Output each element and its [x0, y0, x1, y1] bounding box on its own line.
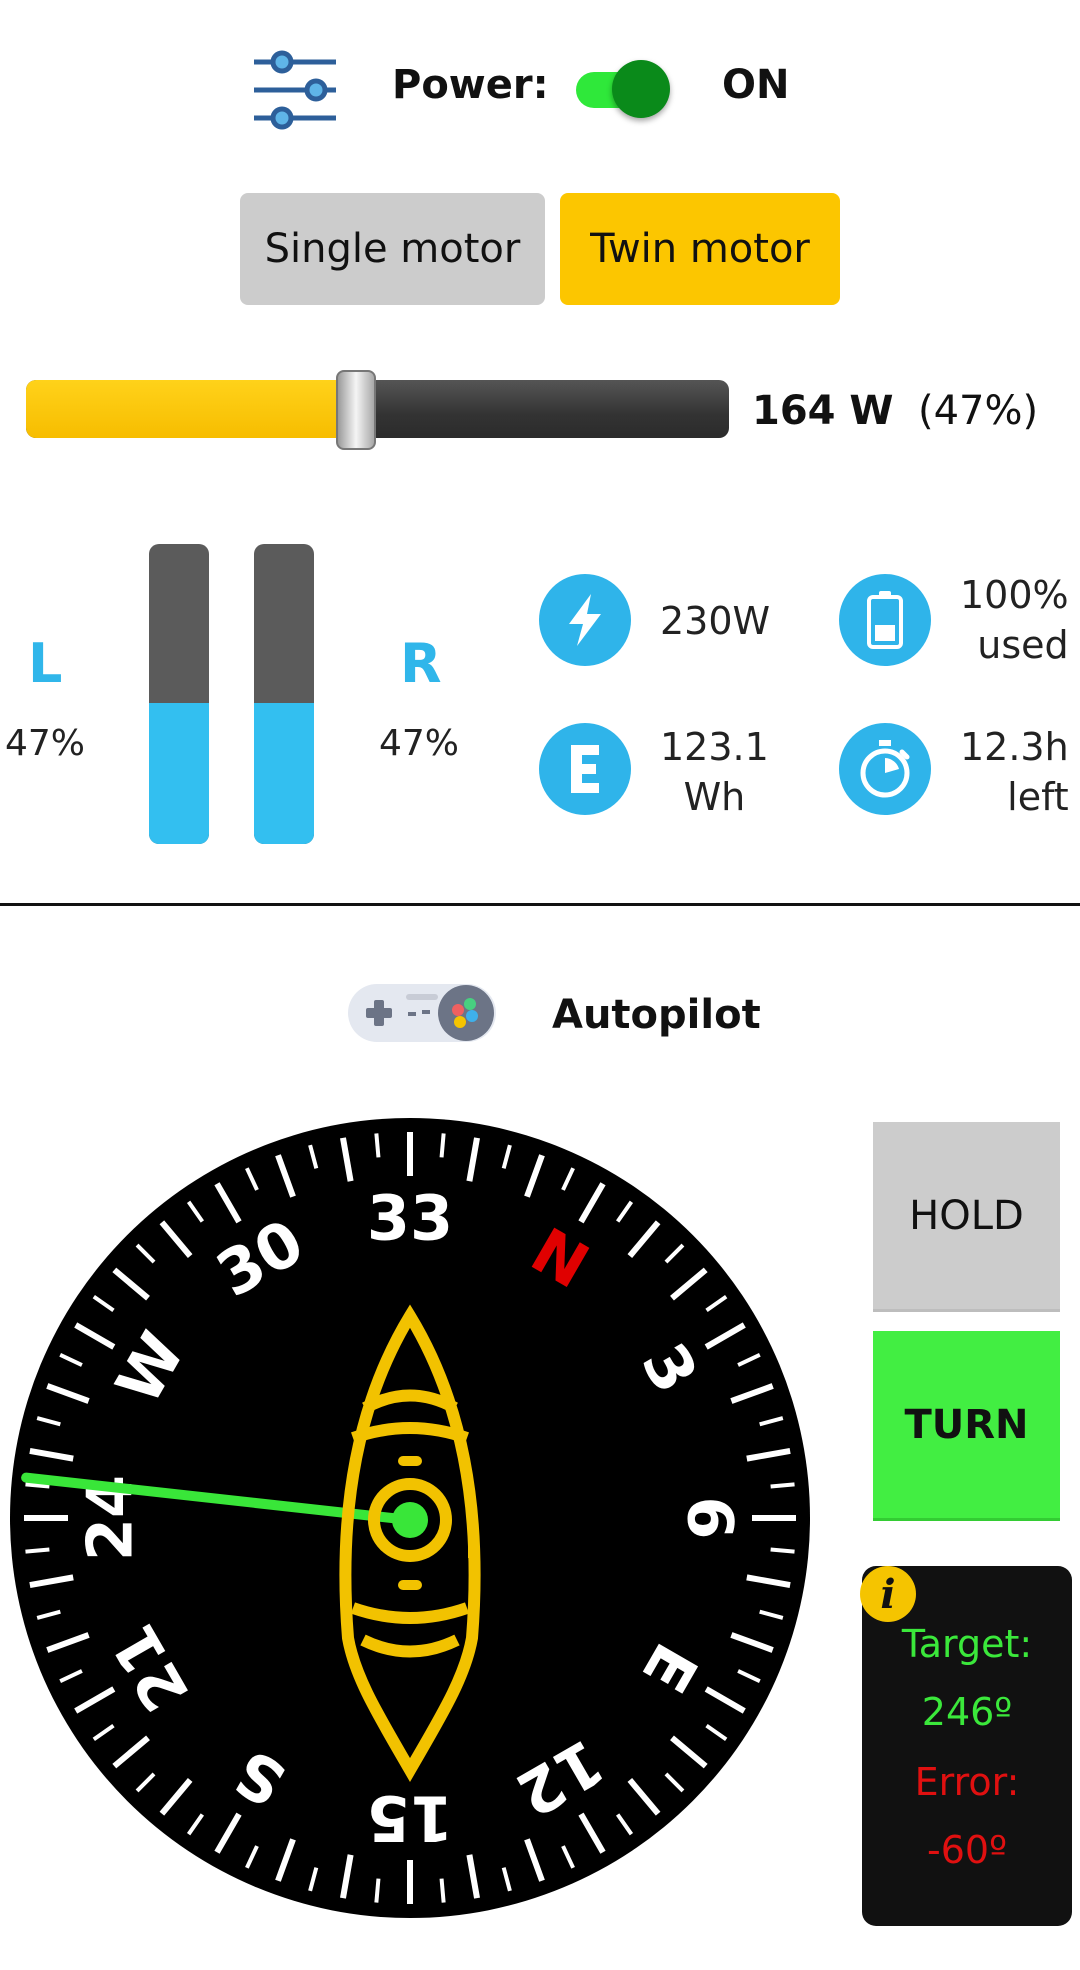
power-watts-value: 164 W: [752, 388, 894, 434]
battery-stat: 100% used: [960, 570, 1069, 670]
compass-tick: [770, 1482, 795, 1489]
power-toggle-knob: [612, 60, 670, 118]
compass-label-6: 6: [674, 1496, 747, 1539]
turn-button[interactable]: TURN: [873, 1331, 1060, 1521]
needle-hub: [392, 1502, 428, 1538]
left-motor-percent: 47%: [5, 723, 86, 764]
error-label: Error:: [914, 1760, 1020, 1804]
compass-tick: [439, 1133, 446, 1158]
time-stat: 12.3h left: [960, 722, 1069, 822]
single-motor-button[interactable]: Single motor: [240, 193, 545, 305]
section-divider: [0, 903, 1080, 906]
hold-button[interactable]: HOLD: [873, 1122, 1060, 1312]
energy-e-icon: [539, 723, 631, 815]
right-motor-percent: 47%: [379, 723, 460, 764]
power-state-text: ON: [722, 62, 790, 108]
energy-value: 123.1: [660, 725, 769, 769]
time-left-label: left: [1007, 775, 1069, 819]
compass-label-15: 15: [367, 1782, 453, 1855]
target-label: Target:: [901, 1622, 1033, 1666]
compass-tick: [439, 1878, 446, 1903]
twin-motor-button[interactable]: Twin motor: [560, 193, 840, 305]
left-motor-bar-fill: [149, 703, 209, 844]
compass-tick: [770, 1547, 795, 1554]
compass-label-33: 33: [367, 1182, 453, 1255]
energy-stat: 123.1 Wh: [660, 722, 769, 822]
left-motor-label: L: [28, 632, 63, 695]
energy-unit: Wh: [683, 775, 746, 819]
target-value: 246º: [921, 1690, 1013, 1734]
right-motor-bar-fill: [254, 703, 314, 844]
autopilot-label: Autopilot: [552, 992, 761, 1038]
settings-sliders-icon[interactable]: [250, 48, 342, 132]
right-motor-label: R: [400, 632, 442, 695]
error-value: -60º: [927, 1828, 1007, 1872]
compass-svg[interactable]: NESW 361215212430 33: [10, 1118, 810, 1918]
power-percent-value: (47%): [918, 388, 1039, 434]
time-left-value: 12.3h: [960, 725, 1069, 769]
battery-used-value: 100%: [960, 573, 1069, 617]
gamepad-icon[interactable]: [346, 980, 498, 1046]
compass-dial[interactable]: N E S W 3 6 12 15 21 24 30 33: [10, 1118, 810, 1918]
power-toggle[interactable]: [572, 60, 672, 120]
lightning-icon: [539, 574, 631, 666]
power-slider-thumb[interactable]: [336, 370, 376, 450]
compass-tick: [25, 1547, 50, 1554]
battery-icon: [839, 574, 931, 666]
battery-used-label: used: [977, 623, 1069, 667]
power-usage-value: 230W: [660, 599, 771, 643]
stopwatch-icon: [839, 723, 931, 815]
left-motor-bar: [149, 544, 209, 844]
compass-tick: [374, 1133, 381, 1158]
power-label: Power:: [392, 62, 549, 108]
compass-tick: [374, 1878, 381, 1903]
right-motor-bar: [254, 544, 314, 844]
info-icon[interactable]: i: [860, 1566, 916, 1622]
power-slider[interactable]: [26, 370, 729, 450]
power-slider-fill: [26, 380, 356, 438]
